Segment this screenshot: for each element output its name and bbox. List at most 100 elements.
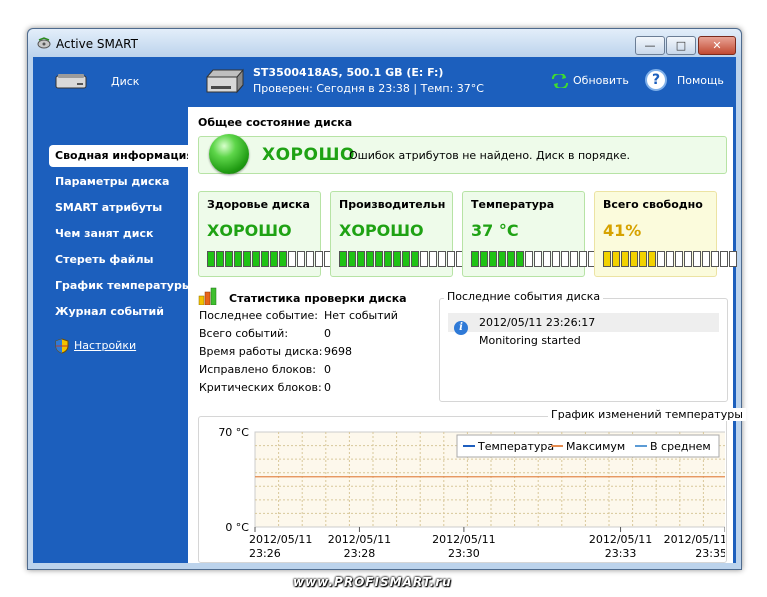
level-segment-empty <box>543 251 551 267</box>
minimize-icon: — <box>644 39 656 52</box>
level-segment-empty <box>297 251 305 267</box>
stat-value: 9698 <box>324 345 352 358</box>
sidebar-item-event-log[interactable]: Журнал событий <box>49 301 164 323</box>
overall-status-message: Ошибок атрибутов не найдено. Диск в поря… <box>349 149 630 162</box>
level-segment-empty <box>720 251 728 267</box>
maximize-icon: □ <box>675 39 687 52</box>
event-message: Monitoring started <box>479 334 581 347</box>
level-segment-empty <box>684 251 692 267</box>
x-tick-date-label: 2012/05/11 <box>249 533 312 546</box>
legend-label: Максимум <box>566 440 625 453</box>
level-segment-empty <box>447 251 455 267</box>
sidebar-item-temperature-graph[interactable]: График температуры <box>49 275 192 297</box>
level-segment-filled <box>621 251 629 267</box>
level-segment-empty <box>315 251 323 267</box>
level-segment-filled <box>411 251 419 267</box>
sidebar-item-smart-attributes[interactable]: SMART атрибуты <box>49 197 162 219</box>
x-tick-date-label: 2012/05/11 <box>432 533 495 546</box>
disk-icon[interactable] <box>55 72 87 90</box>
level-segment-empty <box>711 251 719 267</box>
level-segment-empty <box>561 251 569 267</box>
level-segment-empty <box>693 251 701 267</box>
settings-label: Настройки <box>74 339 137 352</box>
card-value: ХОРОШО <box>207 221 292 240</box>
disk-selector-label[interactable]: Диск <box>111 75 139 88</box>
level-segment-filled <box>603 251 611 267</box>
card-value: ХОРОШО <box>339 221 424 240</box>
y-tick-label: 0 °C <box>225 521 249 534</box>
level-bar <box>339 251 474 267</box>
level-segment-filled <box>516 251 524 267</box>
stat-label: Время работы диска: <box>199 345 323 358</box>
x-tick-date-label: 2012/05/11 <box>589 533 652 546</box>
card-disk-health: Здоровье диска ХОРОШО <box>198 191 341 277</box>
level-segment-filled <box>639 251 647 267</box>
refresh-label: Обновить <box>573 74 629 87</box>
level-segment-empty <box>729 251 737 267</box>
level-segment-filled <box>384 251 392 267</box>
legend-label: В среднем <box>650 440 711 453</box>
level-segment-empty <box>288 251 296 267</box>
stat-value: 0 <box>324 327 331 340</box>
level-segment-filled <box>612 251 620 267</box>
level-segment-filled <box>216 251 224 267</box>
level-segment-filled <box>243 251 251 267</box>
maximize-button[interactable]: □ <box>666 36 696 55</box>
legend-label: Температура <box>477 440 554 453</box>
stats-title: Статистика проверки диска <box>229 292 407 305</box>
close-icon: ✕ <box>712 39 722 52</box>
level-segment-empty <box>525 251 533 267</box>
sidebar-item-disk-usage[interactable]: Чем занят диск <box>49 223 153 245</box>
x-tick-time-label: 23:28 <box>344 547 376 560</box>
status-orb-icon <box>209 134 249 174</box>
level-segment-filled <box>252 251 260 267</box>
level-segment-filled <box>480 251 488 267</box>
level-segment-filled <box>630 251 638 267</box>
level-segment-filled <box>498 251 506 267</box>
bar-chart-icon <box>198 287 217 305</box>
stat-value: 0 <box>324 363 331 376</box>
level-segment-filled <box>207 251 215 267</box>
level-segment-filled <box>393 251 401 267</box>
sidebar-item-disk-parameters[interactable]: Параметры диска <box>49 171 169 193</box>
help-label: Помощь <box>677 74 724 87</box>
card-title: Всего свободно <box>603 198 703 211</box>
level-segment-filled <box>471 251 479 267</box>
sidebar-item-summary[interactable]: Сводная информация <box>49 145 196 167</box>
overall-status-text: ХОРОШО <box>262 145 355 165</box>
app-icon <box>37 37 51 49</box>
level-bar <box>603 251 738 267</box>
card-value: 41% <box>603 221 642 240</box>
minimize-button[interactable]: — <box>635 36 665 55</box>
x-tick-time-label: 23:33 <box>605 547 637 560</box>
stat-label: Последнее событие: <box>199 309 318 322</box>
card-title: Здоровье диска <box>207 198 310 211</box>
window-title: Active SMART <box>56 37 138 51</box>
level-segment-empty <box>675 251 683 267</box>
temperature-chart: 70 °C0 °C2012/05/1123:262012/05/1123:282… <box>218 426 725 560</box>
events-panel: i 2012/05/11 23:26:17 Monitoring started <box>439 298 728 402</box>
help-icon: ? <box>645 69 667 91</box>
title-bar[interactable]: Active SMART — □ ✕ <box>28 29 741 57</box>
sidebar-item-wipe-files[interactable]: Стереть файлы <box>49 249 153 271</box>
level-segment-filled <box>366 251 374 267</box>
level-segment-empty <box>534 251 542 267</box>
level-segment-filled <box>270 251 278 267</box>
level-segment-empty <box>702 251 710 267</box>
stat-value: Нет событий <box>324 309 398 322</box>
level-segment-filled <box>375 251 383 267</box>
shield-icon <box>55 338 69 354</box>
drive-model: ST3500418AS, 500.1 GB (E: F:) <box>253 66 444 79</box>
stat-value: 0 <box>324 381 331 394</box>
close-button[interactable]: ✕ <box>698 36 736 55</box>
sidebar: Сводная информация Параметры диска SMART… <box>33 107 196 563</box>
events-title: Последние события диска <box>444 290 604 303</box>
x-tick-time-label: 23:35 <box>695 547 725 560</box>
x-tick-date-label: 2012/05/11 <box>664 533 725 546</box>
footer-brand: www.PROFISMART.ru <box>293 575 452 589</box>
event-time: 2012/05/11 23:26:17 <box>479 316 596 329</box>
hard-drive-icon <box>206 68 244 94</box>
x-tick-date-label: 2012/05/11 <box>328 533 391 546</box>
x-tick-time-label: 23:26 <box>249 547 281 560</box>
card-title: Производительн <box>339 198 446 211</box>
